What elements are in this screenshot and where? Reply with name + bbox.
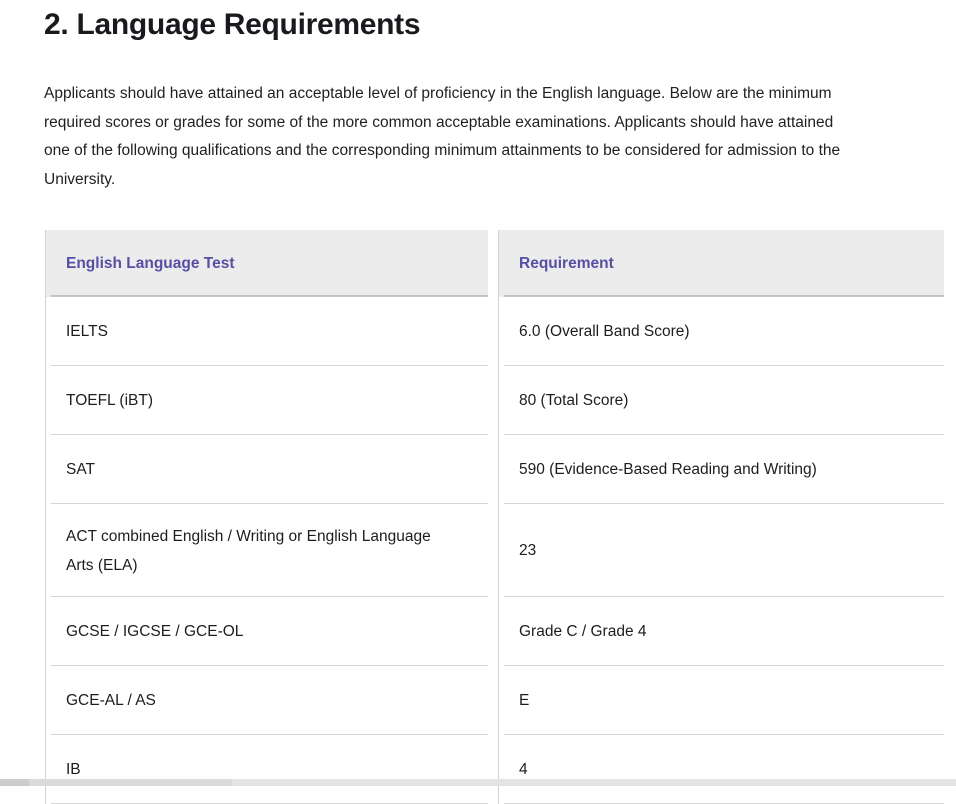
- scrollbar-segment: [0, 779, 29, 786]
- table-cell-requirement-gcse: Grade C / Grade 4: [498, 597, 944, 666]
- table-cell-test-ib: IB: [45, 735, 488, 804]
- page-title: 2. Language Requirements: [44, 8, 420, 42]
- table-cell-test-sat: SAT: [45, 435, 488, 504]
- language-requirements-table: English Language Test Requirement IELTS …: [45, 230, 944, 804]
- table-cell-test-toefl: TOEFL (iBT): [45, 366, 488, 435]
- table-cell-test-gcse: GCSE / IGCSE / GCE-OL: [45, 597, 488, 666]
- scrollbar-segment: [29, 779, 232, 786]
- intro-line-1: Applicants should have attained an accep…: [44, 80, 840, 109]
- column-header-english-language-test: English Language Test: [45, 230, 488, 297]
- table-cell-requirement-ib: 4: [498, 735, 944, 804]
- table-cell-requirement-ielts: 6.0 (Overall Band Score): [498, 297, 944, 366]
- table-cell-requirement-toefl: 80 (Total Score): [498, 366, 944, 435]
- table-cell-test-act: ACT combined English / Writing or Englis…: [45, 504, 488, 597]
- column-header-requirement: Requirement: [498, 230, 944, 297]
- table-cell-test-ielts: IELTS: [45, 297, 488, 366]
- table-cell-requirement-act: 23: [498, 504, 944, 597]
- table-cell-requirement-gce-al: E: [498, 666, 944, 735]
- table-cell-test-gce-al: GCE-AL / AS: [45, 666, 488, 735]
- intro-line-3: one of the following qualifications and …: [44, 137, 840, 166]
- table-cell-requirement-sat: 590 (Evidence-Based Reading and Writing): [498, 435, 944, 504]
- intro-line-2: required scores or grades for some of th…: [44, 109, 840, 138]
- intro-line-4: University.: [44, 166, 840, 195]
- intro-paragraph: Applicants should have attained an accep…: [44, 80, 840, 194]
- horizontal-scrollbar[interactable]: [0, 779, 956, 786]
